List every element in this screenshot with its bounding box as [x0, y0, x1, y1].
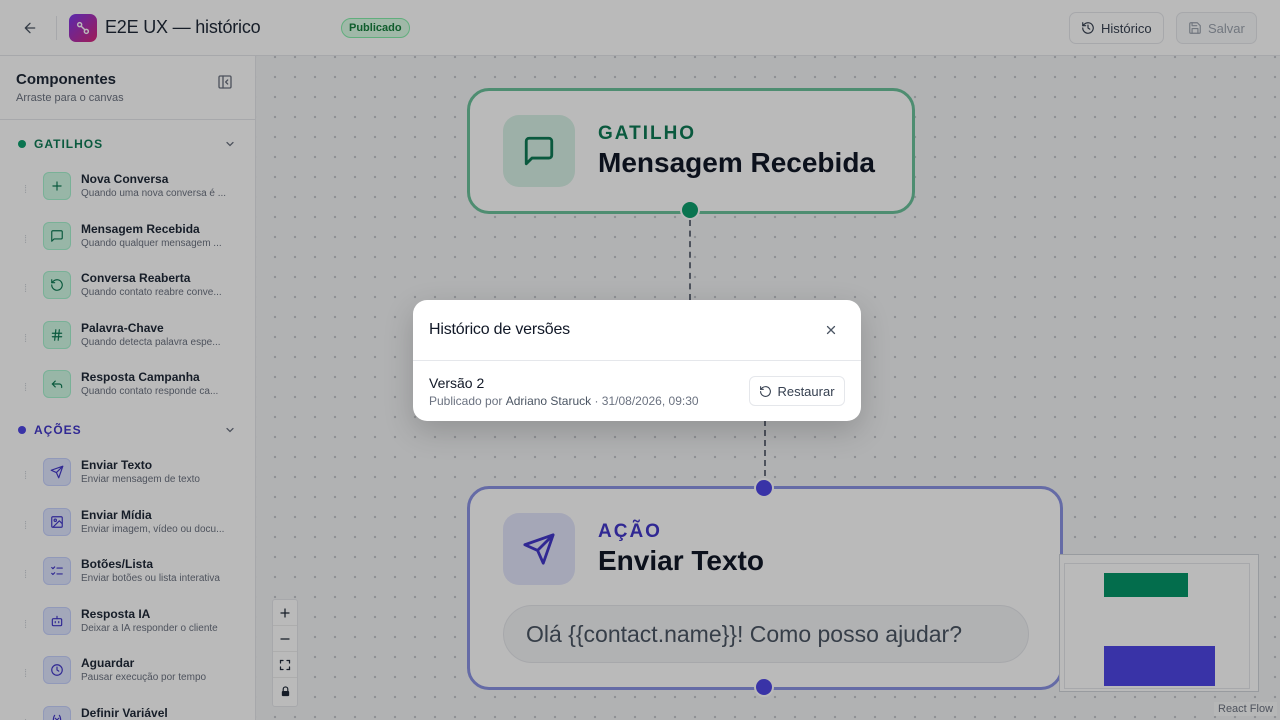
version-meta: Publicado por Adriano Staruck · 31/08/20… — [429, 394, 699, 408]
version-author: Adriano Staruck — [505, 394, 592, 408]
close-icon — [826, 325, 836, 335]
modal-divider — [413, 360, 861, 361]
published-prefix: Publicado por — [429, 394, 503, 408]
close-button[interactable] — [822, 321, 840, 339]
restore-button[interactable]: Restaurar — [749, 376, 845, 406]
modal-title: Histórico de versões — [429, 321, 570, 338]
version-date: · 31/08/2026, 09:30 — [594, 394, 699, 408]
rotate-ccw-icon — [760, 385, 772, 397]
version-history-modal: Histórico de versões Versão 2 Publicado … — [413, 300, 861, 421]
version-name: Versão 2 — [429, 375, 485, 391]
restore-button-label: Restaurar — [777, 383, 835, 399]
